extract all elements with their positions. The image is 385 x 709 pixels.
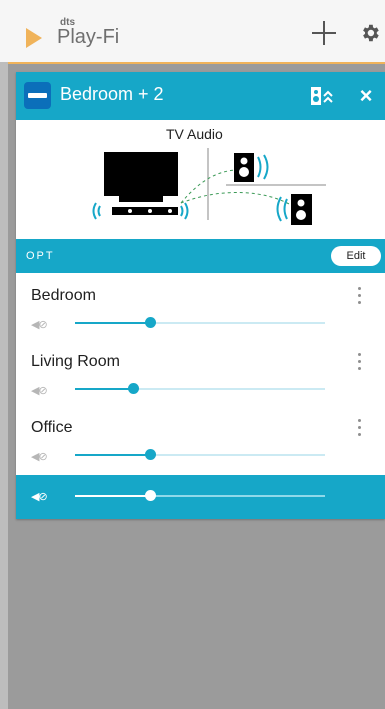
plus-icon[interactable] [312,21,336,45]
input-source-label: OPT [26,250,55,262]
edit-button[interactable]: Edit [331,246,381,266]
volume-slider-knob[interactable] [145,317,156,328]
more-vertical-icon[interactable] [357,353,363,373]
room-name: Office [31,419,73,436]
more-vertical-icon[interactable] [357,419,363,439]
mute-icon[interactable]: ◀︎⊘ [31,318,48,331]
left-background-strip [0,62,8,709]
volume-slider[interactable] [75,449,325,460]
volume-slider-knob[interactable] [145,490,156,501]
volume-slider-fill [75,495,150,497]
input-source-bar: OPT Edit [16,239,385,273]
volume-slider-knob[interactable] [127,383,139,394]
mute-icon[interactable]: ◀︎⊘ [31,384,48,397]
room-row-bedroom: Bedroom ◀︎⊘ [16,273,385,339]
zone-icon [24,82,51,109]
zone-header: Bedroom + 2 × [16,72,385,120]
volume-slider-fill [75,454,150,456]
mute-icon[interactable]: ◀︎⊘ [31,450,48,463]
play-fi-logo: dts Play-Fi [26,14,136,50]
volume-slider[interactable] [75,383,325,394]
volume-slider-knob[interactable] [145,449,156,460]
volume-slider-fill [75,388,133,390]
top-bar: dts Play-Fi [0,0,385,64]
zone-title: Bedroom + 2 [60,84,164,104]
more-vertical-icon[interactable] [357,287,363,307]
speaker-collapse-icon[interactable] [310,85,334,107]
close-icon[interactable]: × [354,84,378,108]
logo-playfi-text: Play-Fi [57,26,120,48]
volume-slider[interactable] [75,317,325,328]
room-name: Living Room [31,353,120,370]
play-icon [26,28,42,48]
master-volume-bar: ◀︎⊘ [16,475,385,519]
tv-audio-diagram [92,148,326,225]
gear-icon[interactable] [359,22,381,44]
room-row-office: Office ◀︎⊘ [16,405,385,471]
room-name: Bedroom [31,287,96,304]
diagram-label: TV Audio [166,126,223,142]
room-row-living-room: Living Room ◀︎⊘ [16,339,385,405]
zone-card: Bedroom + 2 × TV Audio OPT Edit Bedroom … [16,72,385,519]
master-mute-icon[interactable]: ◀︎⊘ [31,490,48,503]
volume-slider-fill [75,322,150,324]
master-volume-slider[interactable] [75,490,325,501]
